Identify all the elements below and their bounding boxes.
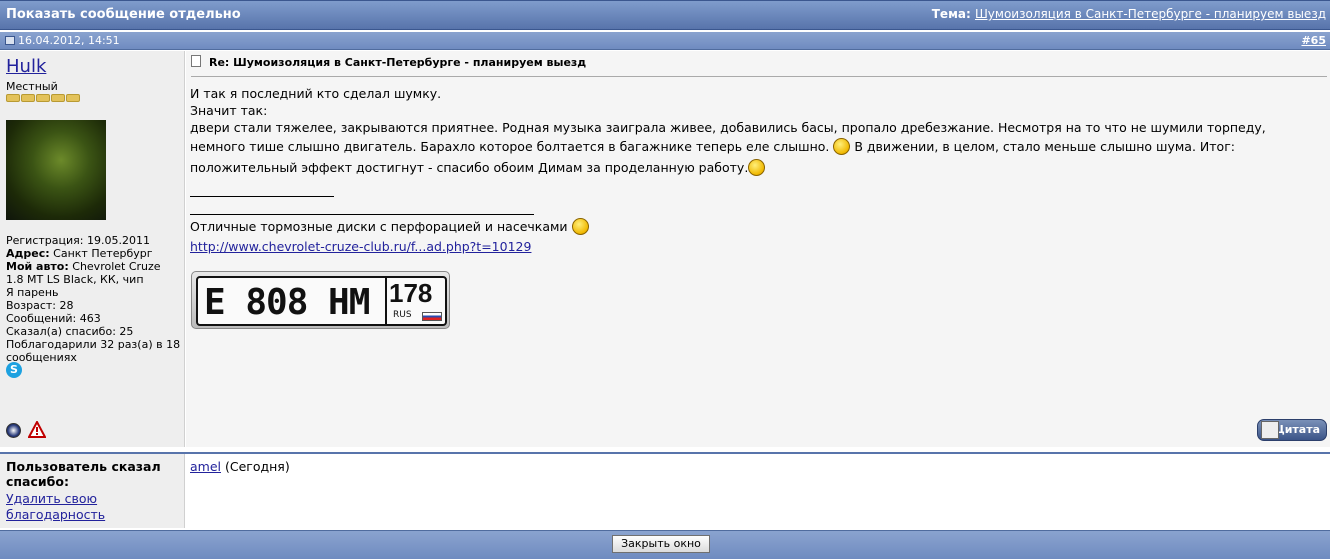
signature-separator bbox=[190, 214, 534, 215]
post-body: И так я последний кто сделал шумку. Знач… bbox=[190, 86, 1266, 176]
signature-text: Отличные тормозные диски с перфорацией и… bbox=[190, 218, 589, 235]
user-address: Адрес: Санкт Петербург bbox=[6, 247, 153, 260]
signature-link[interactable]: http://www.chevrolet-cruze-club.ru/f...a… bbox=[190, 239, 531, 254]
window-titlebar: Показать сообщение отдельно Тема: Шумоиз… bbox=[0, 0, 1330, 30]
laugh-smiley-icon bbox=[833, 138, 851, 155]
star-icon bbox=[51, 94, 65, 102]
plate-region: 178 bbox=[389, 278, 433, 308]
thanks-list: amel (Сегодня) bbox=[190, 459, 290, 474]
user-thanked: Сказал(а) спасибо: 25 bbox=[6, 325, 134, 338]
user-title: Местный bbox=[6, 80, 58, 93]
topic-label: Тема: bbox=[931, 7, 971, 21]
license-plate-image: E 808 HM 178 RUS bbox=[191, 271, 450, 329]
star-icon bbox=[6, 94, 20, 102]
skype-icon[interactable]: S bbox=[6, 362, 22, 378]
username-link[interactable]: Hulk bbox=[6, 56, 46, 77]
plate-country: RUS bbox=[393, 310, 412, 320]
post-icon bbox=[5, 36, 15, 45]
user-car: Мой авто: Chevrolet Cruze 1.8 MT LS Blac… bbox=[6, 260, 161, 286]
registration-date: Регистрация: 19.05.2011 bbox=[6, 234, 150, 247]
plate-number: E 808 HM bbox=[204, 282, 370, 323]
avatar bbox=[6, 120, 106, 220]
body-separator bbox=[190, 196, 334, 197]
star-icon bbox=[36, 94, 50, 102]
smiley-icon bbox=[748, 159, 766, 176]
post-header: 16.04.2012, 14:51 #65 bbox=[0, 32, 1330, 50]
post-number-link[interactable]: #65 bbox=[1301, 34, 1326, 47]
thanks-section: Пользователь сказал спасибо: Удалить сво… bbox=[0, 452, 1330, 528]
thanks-title: Пользователь сказал спасибо: bbox=[6, 459, 161, 489]
quote-icon bbox=[1261, 421, 1279, 439]
user-gender: Я парень bbox=[6, 286, 59, 299]
bottom-bar: Закрыть окно bbox=[0, 530, 1330, 559]
user-thanks-received: Поблагодарили 32 раз(а) в 18 сообщениях bbox=[6, 338, 181, 364]
topic-info: Тема: Шумоизоляция в Санкт-Петербурге - … bbox=[932, 7, 1326, 21]
post-content-panel: Re: Шумоизоляция в Санкт-Петербурге - пл… bbox=[186, 51, 1330, 447]
post-number: #65 bbox=[1301, 34, 1326, 47]
close-window-button[interactable]: Закрыть окно bbox=[612, 535, 710, 553]
post-title-icon bbox=[191, 55, 201, 67]
offline-status-icon bbox=[6, 423, 21, 438]
quote-button[interactable]: Цитата bbox=[1257, 419, 1327, 441]
report-post-icon[interactable] bbox=[28, 421, 46, 439]
reputation-stars bbox=[6, 94, 80, 104]
russia-flag-icon bbox=[422, 312, 442, 321]
thanks-user-link[interactable]: amel bbox=[190, 459, 221, 474]
post-title: Re: Шумоизоляция в Санкт-Петербурге - пл… bbox=[191, 55, 1327, 77]
smiley-icon bbox=[571, 218, 589, 235]
star-icon bbox=[21, 94, 35, 102]
user-age: Возраст: 28 bbox=[6, 299, 74, 312]
user-posts: Сообщений: 463 bbox=[6, 312, 101, 325]
thanks-date: (Сегодня) bbox=[221, 459, 290, 474]
star-icon bbox=[66, 94, 80, 102]
user-panel: Hulk Местный Регистрация: 19.05.2011 Адр… bbox=[0, 51, 185, 447]
topic-link[interactable]: Шумоизоляция в Санкт-Петербурге - планир… bbox=[975, 7, 1326, 21]
remove-thanks-link[interactable]: Удалить свою благодарность bbox=[6, 491, 136, 523]
page-title: Показать сообщение отдельно bbox=[6, 7, 241, 22]
post-date: 16.04.2012, 14:51 bbox=[18, 34, 120, 47]
user-info: Регистрация: 19.05.2011 Адрес: Санкт Пет… bbox=[6, 234, 181, 364]
